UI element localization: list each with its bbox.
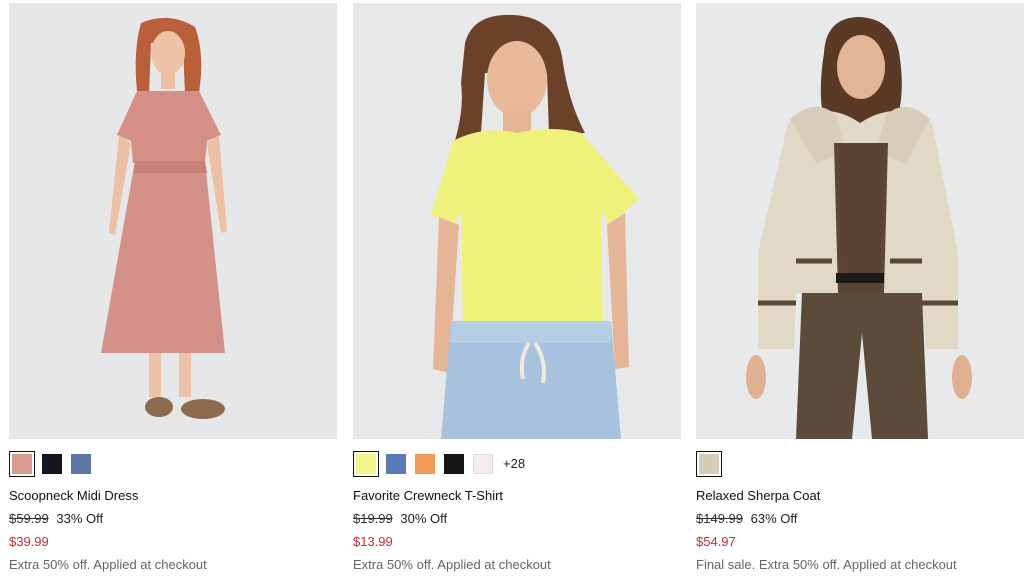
original-price: $19.99: [353, 511, 393, 526]
discount-label: 63% Off: [750, 511, 798, 526]
original-price: $59.99: [9, 511, 49, 526]
color-swatches: +28: [353, 451, 525, 477]
more-colors-link[interactable]: +28: [503, 454, 525, 474]
price-row: $19.99 30% Off: [353, 511, 447, 526]
product-name[interactable]: Relaxed Sherpa Coat: [696, 488, 820, 503]
price-row: $59.99 33% Off: [9, 511, 103, 526]
discount-label: 30% Off: [400, 511, 448, 526]
color-swatch[interactable]: [386, 454, 406, 474]
promo-text: Final sale. Extra 50% off. Applied at ch…: [696, 557, 957, 572]
color-swatch-selected[interactable]: [9, 451, 35, 477]
color-swatch[interactable]: [42, 454, 62, 474]
color-swatch[interactable]: [71, 454, 91, 474]
product-name[interactable]: Favorite Crewneck T-Shirt: [353, 488, 503, 503]
price-row: $149.99 63% Off: [696, 511, 797, 526]
product-image[interactable]: [696, 3, 1024, 439]
color-swatches: [9, 451, 100, 477]
original-price: $149.99: [696, 511, 743, 526]
color-swatch-selected[interactable]: [696, 451, 722, 477]
product-card[interactable]: +28 Favorite Crewneck T-Shirt $19.99 30%…: [353, 0, 681, 578]
product-card[interactable]: Relaxed Sherpa Coat $149.99 63% Off $54.…: [696, 0, 1024, 578]
sale-price: $13.99: [353, 534, 393, 549]
promo-text: Extra 50% off. Applied at checkout: [353, 557, 551, 572]
product-image[interactable]: [353, 3, 681, 439]
product-name[interactable]: Scoopneck Midi Dress: [9, 488, 138, 503]
sale-price: $39.99: [9, 534, 49, 549]
sale-price: $54.97: [696, 534, 736, 549]
product-image[interactable]: [9, 3, 337, 439]
color-swatches: [696, 451, 729, 477]
color-swatch-selected[interactable]: [353, 451, 379, 477]
discount-label: 33% Off: [56, 511, 104, 526]
color-swatch[interactable]: [415, 454, 435, 474]
product-card[interactable]: Scoopneck Midi Dress $59.99 33% Off $39.…: [9, 0, 337, 578]
color-swatch[interactable]: [473, 454, 493, 474]
promo-text: Extra 50% off. Applied at checkout: [9, 557, 207, 572]
color-swatch[interactable]: [444, 454, 464, 474]
